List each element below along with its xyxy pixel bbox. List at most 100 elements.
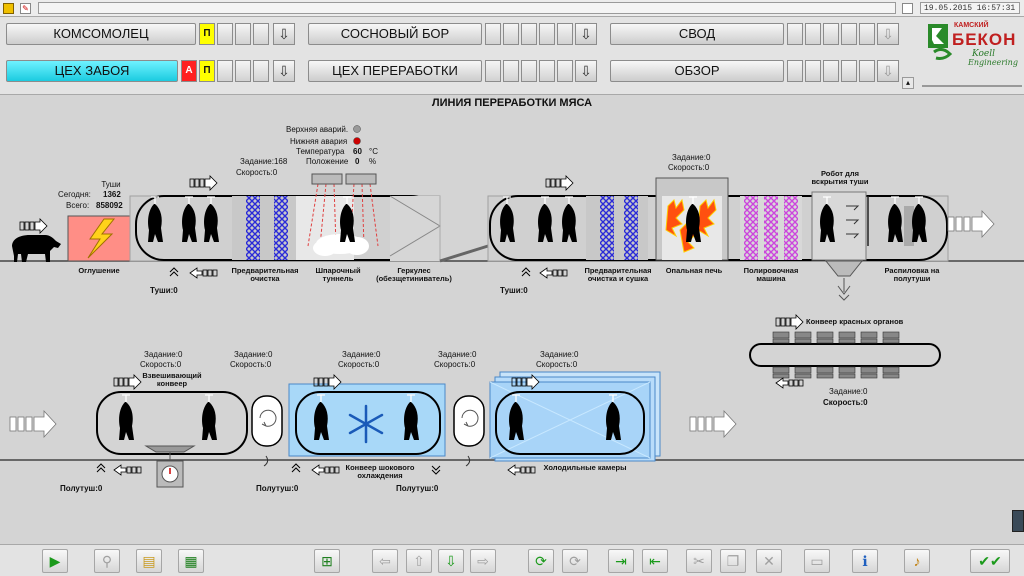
lift1-speed: Скорость:0	[230, 360, 272, 369]
small-scroll-icon[interactable]: ▴	[902, 77, 914, 89]
arrow-down-icon[interactable]: ⇩	[877, 60, 899, 82]
weigh-task: Задание:0	[144, 350, 183, 359]
temp-unit: °C	[369, 147, 378, 156]
message-field	[38, 2, 896, 14]
indicator-empty	[823, 23, 839, 45]
edit-icon[interactable]: ✎	[20, 3, 31, 14]
stage-cold: Холодильные камеры	[543, 463, 627, 472]
print-icon[interactable]	[902, 3, 913, 14]
indicator-a: А	[181, 60, 197, 82]
indicator-empty	[787, 60, 803, 82]
indicator-empty	[485, 23, 501, 45]
navigation-panel: КОМСОМОЛЕЦ П ⇩ СОСНОВЫЙ БОР ⇩ СВОД ⇩ ЦЕХ…	[0, 17, 1024, 95]
indicator-empty	[805, 60, 821, 82]
arrow-left-icon[interactable]: ⇦	[372, 549, 398, 573]
info-icon[interactable]: ℹ	[852, 549, 878, 573]
indicator-p: П	[199, 60, 215, 82]
halves-count-3: Полутуш:0	[396, 484, 439, 493]
arrow-down-icon[interactable]: ⇩	[877, 23, 899, 45]
nav-button-sosnovy-bor[interactable]: СОСНОВЫЙ БОР	[308, 23, 482, 45]
copy-icon[interactable]: ❐	[720, 549, 746, 573]
folder-icon[interactable]: ▤	[136, 549, 162, 573]
carcass-count-2: Туши:0	[500, 286, 528, 295]
delete-icon[interactable]: ✕	[756, 549, 782, 573]
logo-separator	[922, 85, 1022, 87]
add-screen-icon[interactable]: ⊞	[314, 549, 340, 573]
indicator-empty	[503, 23, 519, 45]
side-scroll-icon[interactable]	[1012, 510, 1024, 532]
report-icon[interactable]: ▦	[178, 549, 204, 573]
indicator-empty	[557, 60, 573, 82]
stage-robot: Робот для вскрытия туши	[811, 169, 869, 186]
datetime-display: 19.05.2015 16:57:31	[920, 2, 1020, 14]
indicator-empty	[805, 23, 821, 45]
stun-name: Оглушение	[78, 266, 120, 275]
monitor-icon[interactable]: ▭	[804, 549, 830, 573]
total-value: 858092	[96, 201, 123, 210]
lift1-task: Задание:0	[234, 350, 273, 359]
stage-hercules: Геркулес (обезщетиниватель)	[376, 266, 452, 283]
arrow-right-icon[interactable]: ⇨	[470, 549, 496, 573]
arrow-down-icon[interactable]: ⇩	[575, 60, 597, 82]
lift2-task: Задание:0	[438, 350, 477, 359]
play-icon[interactable]: ▶	[42, 549, 68, 573]
lift2-speed: Скорость:0	[434, 360, 476, 369]
window-titlebar: ✎ 19.05.2015 16:57:31	[0, 0, 1024, 17]
stage-weigh: Взвешивающий конвеер	[142, 371, 202, 388]
indicator-empty	[787, 23, 803, 45]
export-icon[interactable]: ⇥	[608, 549, 634, 573]
app-icon	[3, 3, 14, 14]
stage-prewash: Предварительная очистка	[231, 266, 299, 283]
cold-speed: Скорость:0	[536, 360, 578, 369]
stage-split: Распиловка на полутуши	[884, 266, 940, 283]
nav-button-obzor[interactable]: ОБЗОР	[610, 60, 784, 82]
stage-shock: Конвеер шокового охлаждения	[345, 463, 415, 480]
import-icon[interactable]: ⇤	[642, 549, 668, 573]
red-organs-name: Конвеер красных органов	[806, 317, 904, 326]
arrow-down-icon[interactable]: ⇩	[273, 60, 295, 82]
nav-button-tseh-zaboya[interactable]: ЦЕХ ЗАБОЯ	[6, 60, 178, 82]
nav-button-tseh-pererabotki[interactable]: ЦЕХ ПЕРЕРАБОТКИ	[308, 60, 482, 82]
indicator-empty	[253, 60, 269, 82]
shock-task: Задание:0	[342, 350, 381, 359]
arrow-down-icon[interactable]: ⇩	[273, 23, 295, 45]
logo-text-2: БЕКОН	[952, 30, 1017, 49]
nav-button-komsomolets[interactable]: КОМСОМОЛЕЦ	[6, 23, 196, 45]
indicator-empty	[235, 23, 251, 45]
arrow-down-green-icon[interactable]: ⇩	[438, 549, 464, 573]
cold-task: Задание:0	[540, 350, 579, 359]
sound-icon[interactable]: ♪	[904, 549, 930, 573]
arrow-up-icon[interactable]: ⇧	[406, 549, 432, 573]
pos-value: 0	[355, 157, 360, 166]
acknowledge-icon[interactable]: ✔✔	[970, 549, 1010, 573]
stage-singe: Опальная печь	[665, 266, 723, 275]
arrow-down-icon[interactable]: ⇩	[575, 23, 597, 45]
red-organs-task: Задание:0	[829, 387, 868, 396]
shock-speed: Скорость:0	[338, 360, 380, 369]
upper-alarm-label: Верхняя аварий.	[286, 125, 349, 134]
logo-text-1: КАМСКИЙ	[954, 22, 989, 29]
filter-icon[interactable]: ⚲	[94, 549, 120, 573]
indicator-empty	[217, 60, 233, 82]
pos-label: Положение	[306, 157, 349, 166]
indicator-empty	[235, 60, 251, 82]
carcass-count: Туши:0	[150, 286, 178, 295]
today-value: 1362	[103, 190, 121, 199]
nav-button-svod[interactable]: СВОД	[610, 23, 784, 45]
bottom-toolbar: ▶ ⚲ ▤ ▦ ⊞ ⇦ ⇧ ⇩ ⇨ ⟳ ⟳ ⇥ ⇤ ✂ ❐ ✕ ▭ ℹ ♪ ✔✔	[0, 544, 1024, 576]
indicator-p: П	[199, 23, 215, 45]
indicator-empty	[539, 23, 555, 45]
refresh-disabled-icon[interactable]: ⟳	[562, 549, 588, 573]
cut-icon[interactable]: ✂	[686, 549, 712, 573]
stage-prewash-dry: Предварительная очистка и сушка	[584, 266, 652, 283]
stage-polish: Полировочная машина	[743, 266, 799, 283]
halves-count-2: Полутуш:0	[256, 484, 299, 493]
singe-speed: Скорость:0	[668, 163, 710, 172]
indicator-empty	[859, 60, 875, 82]
halves-count-1: Полутуш:0	[60, 484, 103, 493]
indicator-empty	[253, 23, 269, 45]
refresh-icon[interactable]: ⟳	[528, 549, 554, 573]
indicator-empty	[823, 60, 839, 82]
indicator-empty	[841, 60, 857, 82]
stage-scald: Шпарочный туннель	[315, 266, 361, 283]
